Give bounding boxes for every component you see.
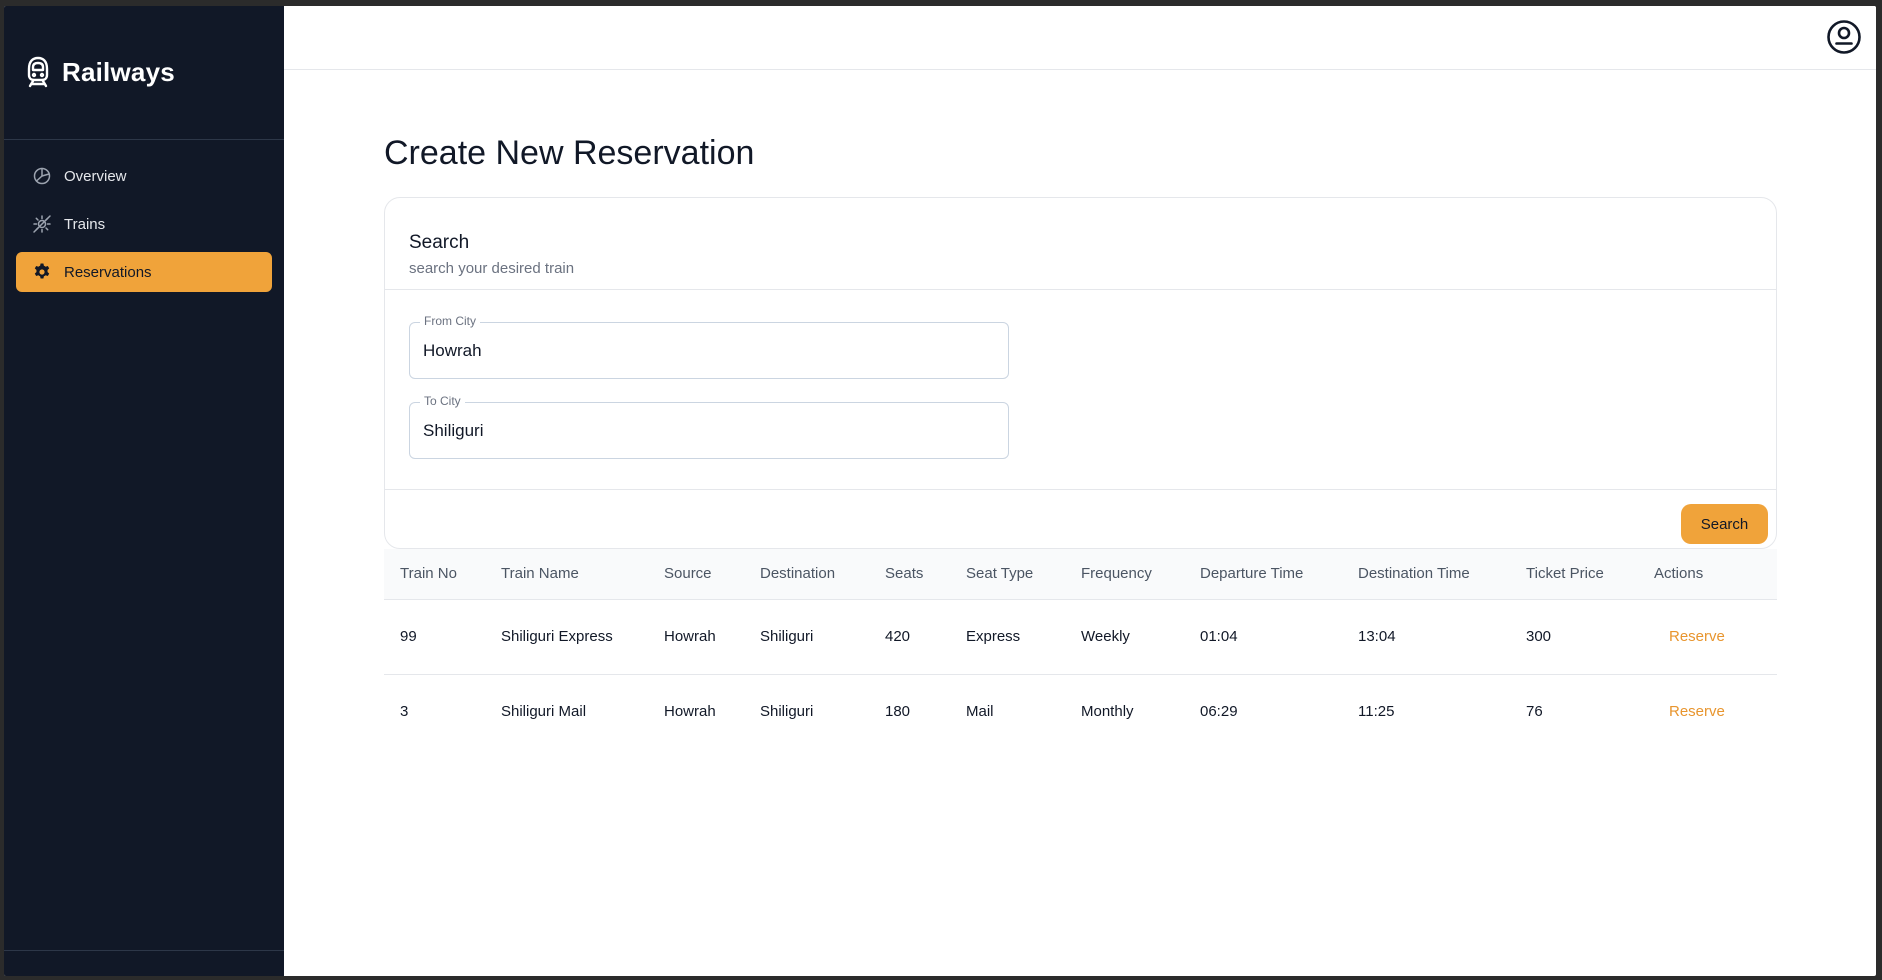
column-header: Actions: [1638, 549, 1777, 600]
table-row: 3 Shiliguri Mail Howrah Shiliguri 180 Ma…: [384, 674, 1777, 749]
column-header[interactable]: Destination: [744, 549, 869, 600]
column-header[interactable]: Train No: [384, 549, 485, 600]
cell-destination-time: 11:25: [1358, 703, 1395, 721]
column-header[interactable]: Seat Type: [950, 549, 1065, 600]
column-header[interactable]: Frequency: [1065, 549, 1184, 600]
results-table: Train No Train Name Source Destination S…: [384, 549, 1777, 749]
brand[interactable]: Railways: [24, 56, 175, 88]
sidebar-item-label: Reservations: [64, 263, 152, 281]
sidebar-divider: [4, 139, 284, 140]
user-circle-icon[interactable]: [1826, 19, 1862, 55]
cell-train-name: Shiliguri Mail: [501, 703, 587, 721]
column-header[interactable]: Departure Time: [1184, 549, 1342, 600]
cell-actions: Reserve: [1638, 674, 1777, 749]
cell-destination: Shiliguri: [760, 703, 814, 721]
cell-frequency: Monthly: [1081, 703, 1134, 721]
column-header[interactable]: Ticket Price: [1510, 549, 1638, 600]
sidebar-footer-divider: [4, 950, 284, 951]
sidebar-item-label: Trains: [64, 215, 106, 233]
cell-train-name: Shiliguri Express: [485, 599, 648, 675]
sidebar-item-overview[interactable]: Overview: [16, 156, 272, 196]
to-city-input[interactable]: [410, 403, 1008, 458]
table-row: 99 Shiliguri Express Howrah Shiliguri 42…: [384, 599, 1777, 675]
cell-seat-type: Express: [950, 599, 1065, 675]
cell-ticket-price: 300: [1510, 599, 1638, 675]
from-city-input[interactable]: [410, 323, 1008, 378]
cell-departure-time: 01:04: [1184, 599, 1342, 675]
cell-train-no: 3: [400, 703, 409, 721]
reserve-link[interactable]: Reserve: [1654, 703, 1725, 720]
search-card-header: Search search your desired train: [385, 198, 1776, 290]
topbar: [284, 6, 1876, 70]
search-button[interactable]: Search: [1681, 504, 1768, 544]
column-header[interactable]: Source: [648, 549, 744, 600]
brand-name: Railways: [62, 56, 175, 87]
search-card-body: From City To City: [385, 290, 1776, 490]
column-header[interactable]: Seats: [869, 549, 950, 600]
sidebar: Railways Overview Trains Reservations: [4, 6, 284, 976]
column-header[interactable]: Train Name: [485, 549, 648, 600]
cell-train-no: 99: [384, 599, 485, 675]
reserve-link[interactable]: Reserve: [1654, 628, 1725, 645]
search-card-title: Search: [409, 232, 470, 253]
cell-actions: Reserve: [1638, 599, 1777, 675]
cell-seats: 420: [869, 599, 950, 675]
sidebar-item-label: Overview: [64, 167, 127, 185]
cell-destination: Shiliguri: [744, 599, 869, 675]
search-card: Search search your desired train From Ci…: [384, 197, 1777, 549]
cell-frequency: Weekly: [1065, 599, 1184, 675]
table-header-row: Train No Train Name Source Destination S…: [384, 549, 1777, 600]
column-header[interactable]: Destination Time: [1342, 549, 1510, 600]
pie-chart-icon: [32, 166, 52, 186]
search-card-subtitle: search your desired train: [409, 260, 575, 277]
app-window: Railways Overview Trains Reservations Cr…: [4, 6, 1876, 976]
cell-source: Howrah: [648, 599, 744, 675]
sidebar-item-trains[interactable]: Trains: [16, 204, 272, 244]
cell-destination-time: 13:04: [1342, 599, 1510, 675]
train-icon: [24, 56, 52, 88]
to-city-field: To City: [409, 394, 1009, 459]
from-city-field: From City: [409, 314, 1009, 379]
sparkle-icon: [32, 214, 52, 234]
cell-departure-time: 06:29: [1200, 703, 1238, 721]
sidebar-nav: Overview Trains Reservations: [16, 156, 272, 292]
cell-seats: 180: [885, 703, 911, 721]
cell-source: Howrah: [664, 703, 716, 721]
sidebar-item-reservations[interactable]: Reservations: [16, 252, 272, 292]
gear-icon: [32, 262, 52, 282]
cell-seat-type: Mail: [966, 703, 994, 721]
page-title: Create New Reservation: [384, 134, 755, 172]
cell-ticket-price: 76: [1526, 703, 1543, 721]
